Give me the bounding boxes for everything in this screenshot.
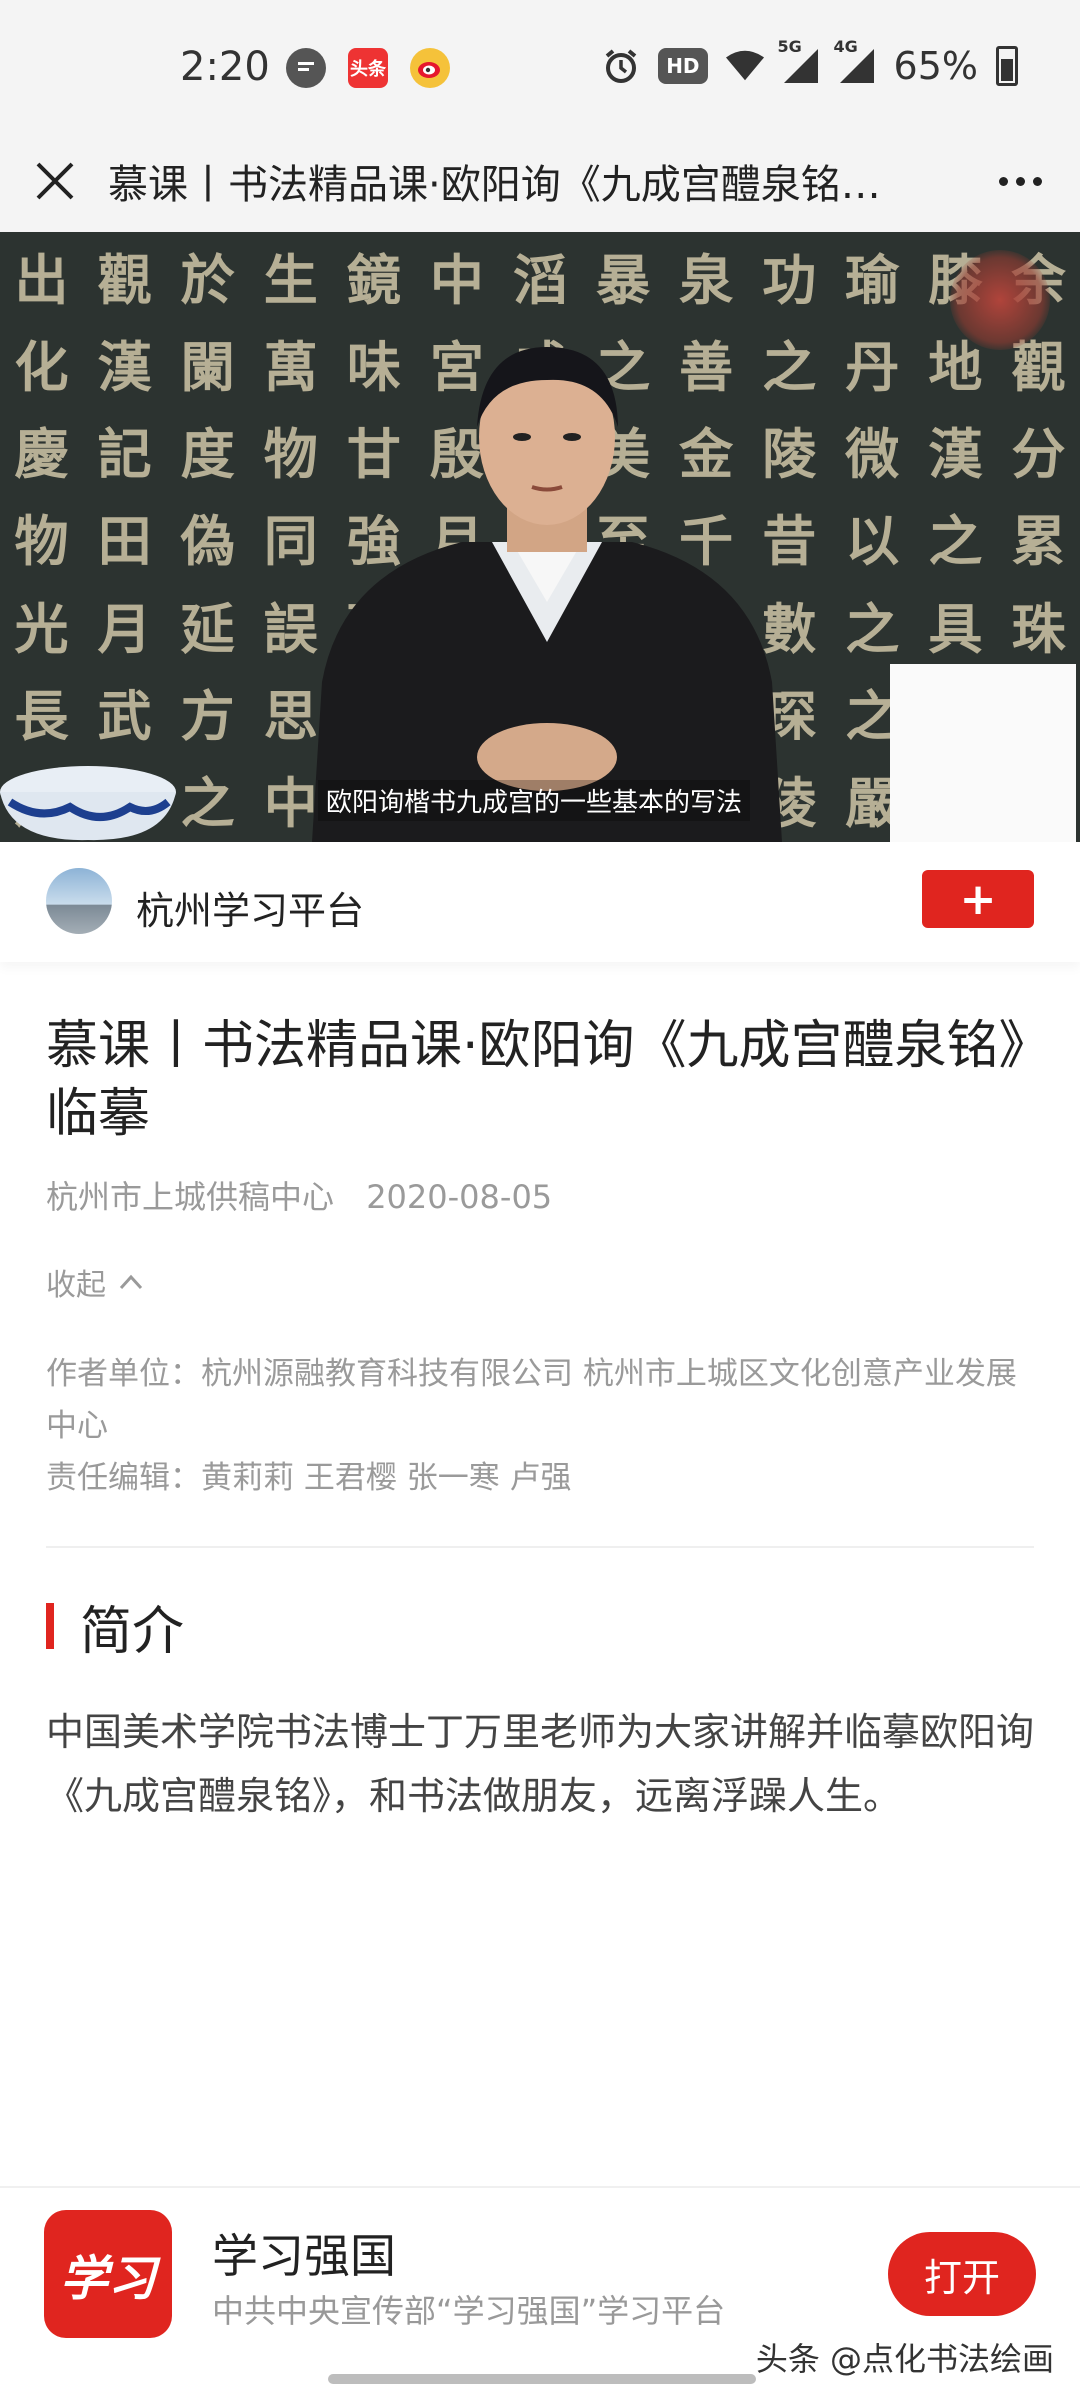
- status-bar: 2:20 头条 HD 5G 4G 65%: [0, 0, 1080, 134]
- title-bar: 慕课丨书法精品课·欧阳询《九成宫醴泉铭…: [0, 134, 1080, 232]
- xuexi-logo: 学习: [44, 2210, 172, 2338]
- signal-4g-icon: 4G: [834, 37, 876, 85]
- wifi-icon: [725, 47, 764, 85]
- page-title: 慕课丨书法精品课·欧阳询《九成宫醴泉铭…: [108, 162, 881, 208]
- network-5g-label: 5G: [777, 37, 802, 56]
- open-app-button[interactable]: 打开: [888, 2232, 1036, 2316]
- article-credits: 作者单位：杭州源融教育科技有限公司 杭州市上城区文化创意产业发展中心 责任编辑：…: [46, 1348, 1046, 1504]
- network-4g-label: 4G: [833, 37, 858, 56]
- weibo-icon: [410, 48, 450, 88]
- app-description: 中共中央宣传部“学习强国”学习平台: [212, 2292, 726, 2330]
- close-icon: [36, 162, 74, 200]
- more-dot: [998, 176, 1008, 186]
- publisher-avatar[interactable]: [46, 868, 112, 934]
- collapse-toggle[interactable]: 收起: [46, 1260, 144, 1304]
- signal-5g-icon: 5G: [778, 37, 820, 85]
- notification-icons: 头条: [286, 48, 450, 88]
- watermark: 头条 @点化书法绘画: [755, 2340, 1054, 2378]
- responsible-editors: 责任编辑：黄莉莉 王君樱 张一寒 卢强: [46, 1460, 572, 1496]
- video-subtitle: 欧阳询楷书九成宫的一些基本的写法: [318, 780, 751, 821]
- article-title: 慕课丨书法精品课·欧阳询《九成宫醴泉铭》临摹: [46, 1016, 1025, 1144]
- article-date: 2020-08-05: [366, 1178, 553, 1216]
- seal-decoration: [950, 250, 1050, 350]
- home-indicator[interactable]: [328, 2374, 756, 2384]
- follow-button[interactable]: +: [922, 870, 1034, 928]
- article-source: 杭州市上城供稿中心: [46, 1178, 335, 1216]
- chevron-up-icon: [119, 1274, 143, 1290]
- ink-bowl: [0, 766, 176, 841]
- toutiao-icon: 头条: [348, 48, 388, 88]
- alarm-icon: [602, 47, 640, 85]
- app-download-banner[interactable]: 学习 学习强国 中共中央宣传部“学习强国”学习平台 打开: [0, 2186, 1080, 2354]
- publisher-row[interactable]: 杭州学习平台 +: [0, 842, 1080, 962]
- intro-text: 中国美术学院书法博士丁万里老师为大家讲解并临摹欧阳询《九成宫醴泉铭》，和书法做朋…: [46, 1710, 1035, 1818]
- more-dot: [1015, 176, 1025, 186]
- status-time: 2:20: [180, 44, 270, 90]
- divider: [46, 1546, 1034, 1548]
- video-player[interactable]: 出觀於生鏡中滔暴泉功瑜膝余 化漢闌萬味宮咸之善之丹地觀 慶記度物甘殷化美金陵微漢…: [0, 232, 1080, 842]
- lecturer-figure: [312, 347, 782, 842]
- publisher-name[interactable]: 杭州学习平台: [136, 880, 364, 935]
- section-accent-bar: [46, 1603, 54, 1649]
- collapse-label: 收起: [46, 1268, 106, 1303]
- battery-percent: 65%: [893, 44, 978, 88]
- more-options-button[interactable]: [990, 154, 1050, 208]
- app-name: 学习强国: [212, 2229, 396, 2283]
- video-overlay-panel: [890, 664, 1076, 842]
- hd-voice-icon: HD: [658, 48, 708, 84]
- section-header: 简介: [46, 1596, 184, 1662]
- section-title: 简介: [80, 1601, 185, 1662]
- close-button[interactable]: [28, 154, 82, 208]
- message-icon: [286, 48, 326, 88]
- author-unit: 作者单位：杭州源融教育科技有限公司 杭州市上城区文化创意产业发展中心: [46, 1356, 1017, 1444]
- battery-icon: [996, 46, 1018, 86]
- article-meta: 杭州市上城供稿中心 2020-08-05: [46, 1172, 552, 1218]
- more-dot: [1032, 176, 1042, 186]
- system-status: HD 5G 4G 65%: [602, 37, 1018, 88]
